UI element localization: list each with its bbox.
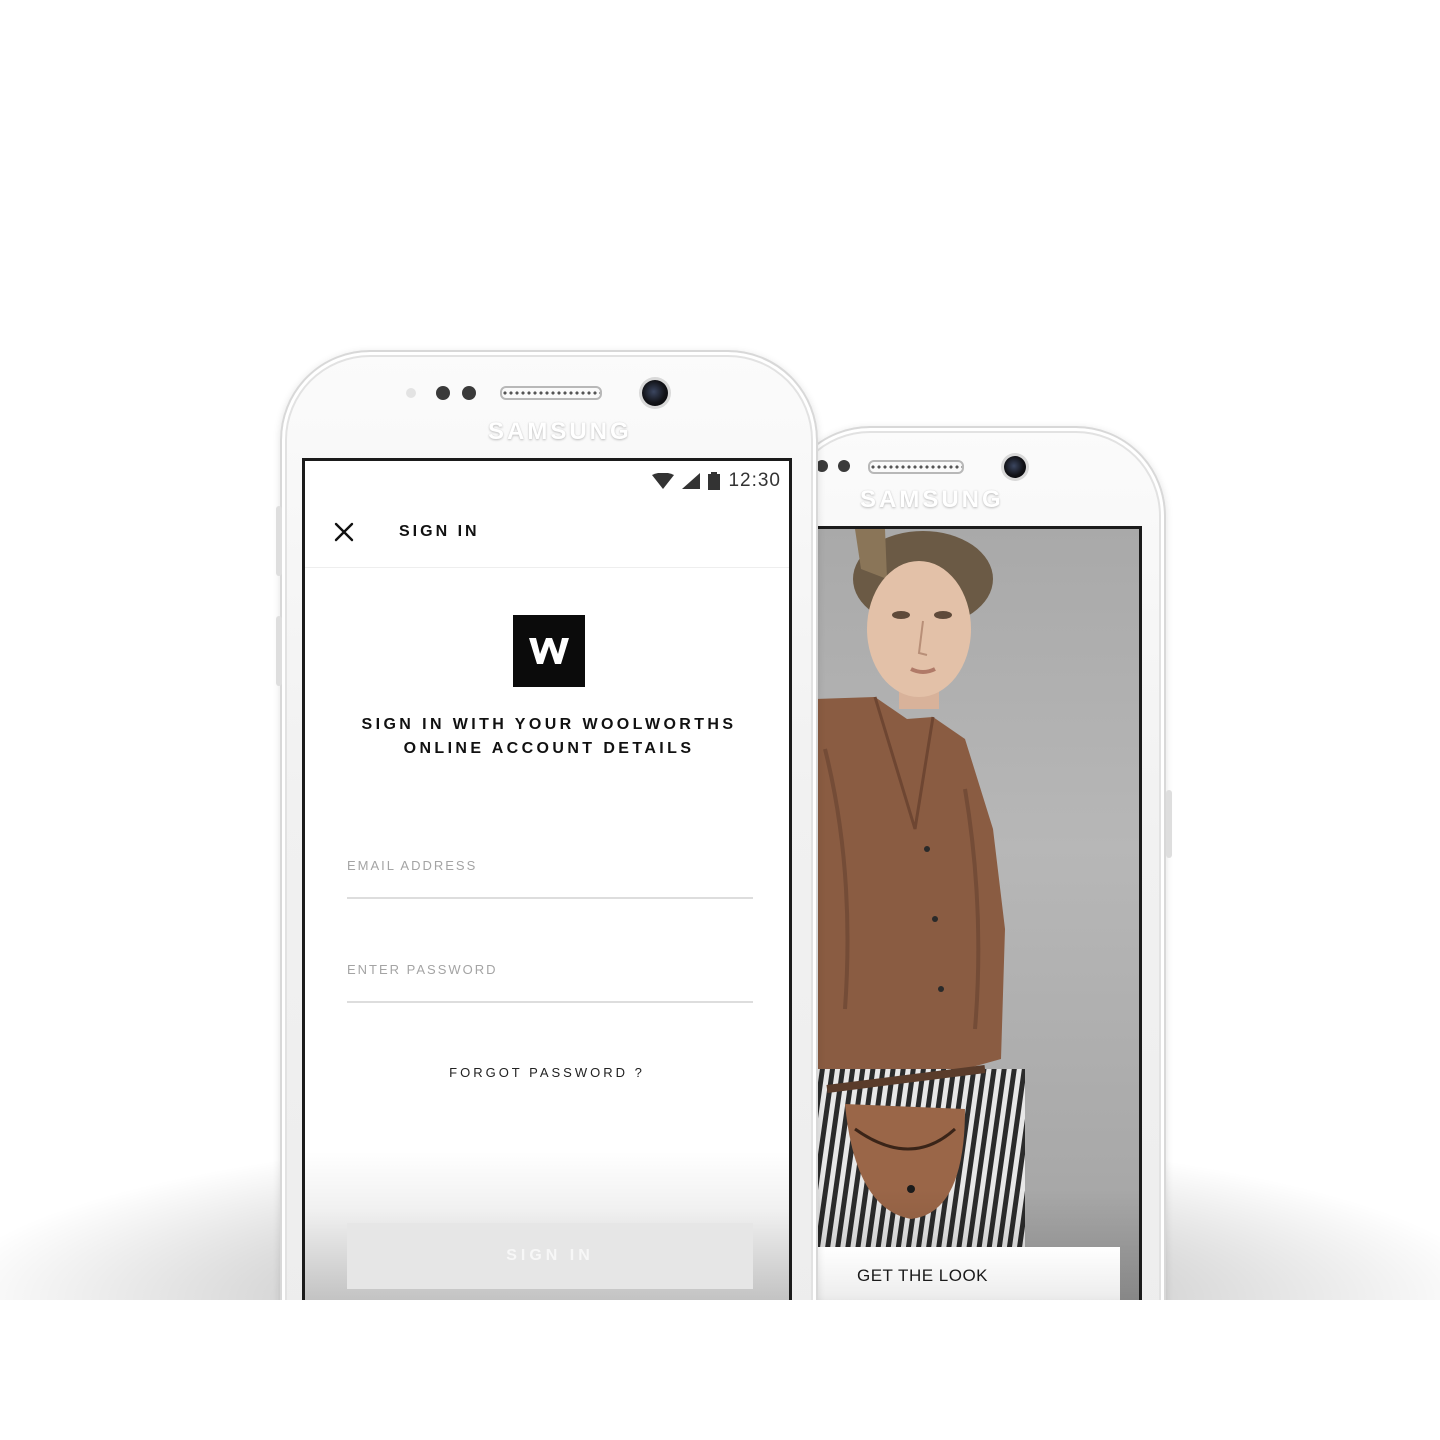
sign-in-headline: SIGN IN WITH YOUR WOOLWORTHS ONLINE ACCO…: [325, 713, 773, 761]
status-time: 12:30: [728, 470, 781, 491]
sign-in-screen: 12:30 SIGN IN SIGN IN WITH YOUR WOOLWORT…: [302, 458, 792, 1318]
volume-up-button: [276, 506, 282, 576]
password-field[interactable]: [347, 957, 753, 981]
get-the-look-label: GET THE LOOK: [857, 1266, 989, 1285]
headline-line-2: ONLINE ACCOUNT DETAILS: [403, 740, 695, 757]
ir-sensor: [406, 388, 416, 398]
brand-logo: SAMSUNG: [860, 486, 1004, 513]
back-screen: GET THE LOOK: [812, 526, 1142, 1326]
light-sensor: [838, 460, 850, 472]
password-field-wrapper: [347, 957, 753, 1003]
battery-icon: [708, 472, 721, 490]
speaker-grille: [868, 460, 964, 474]
front-camera: [642, 380, 668, 406]
wifi-icon: [652, 473, 675, 489]
woolworths-logo: [513, 615, 585, 687]
speaker-grille: [500, 386, 602, 400]
signal-icon: [682, 473, 701, 489]
close-icon[interactable]: [329, 517, 359, 547]
w-logo-mark: [529, 638, 569, 664]
forgot-password-link[interactable]: FORGOT PASSWORD ?: [305, 1065, 789, 1080]
side-button: [1166, 790, 1172, 858]
email-field[interactable]: [347, 853, 753, 877]
sign-in-button[interactable]: SIGN IN: [347, 1223, 753, 1289]
headline-line-1: SIGN IN WITH YOUR WOOLWORTHS: [361, 716, 737, 733]
light-sensor: [462, 386, 476, 400]
page-title: SIGN IN: [399, 523, 480, 540]
model-photo: [815, 529, 1025, 1326]
brand-logo: SAMSUNG: [488, 418, 632, 445]
email-field-wrapper: [347, 853, 753, 899]
status-bar: 12:30: [652, 467, 781, 495]
toolbar: SIGN IN: [305, 501, 789, 568]
proximity-sensor: [436, 386, 450, 400]
volume-down-button: [276, 616, 282, 686]
front-camera: [1004, 456, 1026, 478]
bottom-crop: [0, 1300, 1440, 1440]
